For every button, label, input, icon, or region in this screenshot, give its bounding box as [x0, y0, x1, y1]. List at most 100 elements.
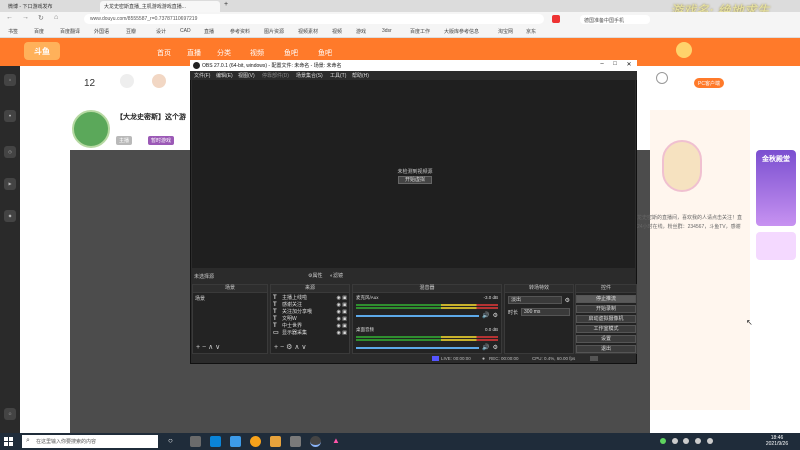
- close-icon[interactable]: ✕: [623, 61, 635, 68]
- gear-icon[interactable]: ⚙: [286, 344, 292, 351]
- remove-icon[interactable]: −: [280, 344, 284, 351]
- lock-icon[interactable]: ▣: [342, 323, 347, 329]
- extension-icon[interactable]: [552, 15, 560, 23]
- duration-input[interactable]: 300 ms: [521, 308, 570, 316]
- taskbar-search-input[interactable]: 在这里输入你要搜索的内容: [22, 435, 158, 448]
- down-icon[interactable]: ∨: [301, 344, 306, 351]
- bookmark[interactable]: 视频素材: [298, 28, 318, 35]
- forward-icon[interactable]: →: [22, 14, 29, 21]
- obs-taskbar-icon[interactable]: [310, 436, 321, 447]
- menu-scene-collection[interactable]: 场景集合(S): [296, 72, 323, 79]
- promo-banner[interactable]: 金秋殿堂: [756, 150, 796, 226]
- bookmark[interactable]: 视频: [332, 28, 342, 35]
- bookmark[interactable]: 京东: [526, 28, 536, 35]
- virtual-camera-button[interactable]: 启动虚拟摄像机: [576, 315, 636, 323]
- back-icon[interactable]: ←: [6, 14, 13, 21]
- start-recording-button[interactable]: 开始录制: [576, 305, 636, 313]
- menu-file[interactable]: 文件(F): [194, 72, 210, 79]
- eye-icon[interactable]: ◉: [337, 309, 341, 315]
- search-box[interactable]: 德国准备中国手机: [580, 15, 650, 24]
- up-icon[interactable]: ∧: [294, 344, 299, 351]
- browser-tab[interactable]: 微博 - 下口游戏发布: [4, 1, 86, 12]
- promo-banner-secondary[interactable]: [756, 232, 796, 260]
- eye-icon[interactable]: ◉: [337, 302, 341, 308]
- game-icon[interactable]: ◆: [4, 210, 16, 222]
- add-icon[interactable]: +: [196, 344, 200, 351]
- menu-edit[interactable]: 编辑(E): [216, 72, 233, 79]
- filters-button[interactable]: ◐滤镜: [328, 272, 345, 280]
- file-explorer-icon[interactable]: [190, 436, 201, 447]
- lock-icon[interactable]: ▣: [342, 316, 347, 322]
- bookmark[interactable]: 百度工作: [410, 28, 430, 35]
- app-icon[interactable]: [230, 436, 241, 447]
- chrome-icon[interactable]: [250, 436, 261, 447]
- user-avatar[interactable]: [676, 42, 692, 58]
- stop-streaming-button[interactable]: 停止推流: [576, 295, 636, 303]
- transition-select[interactable]: 淡出: [508, 296, 562, 304]
- menu-view[interactable]: 视图(V): [238, 72, 255, 79]
- taskbar-clock[interactable]: 18:46 2021/9/26: [760, 435, 794, 447]
- lock-icon[interactable]: ▣: [342, 309, 347, 315]
- browser-tab-active[interactable]: 大龙史密斯直播_主机游戏游戏直播...: [100, 1, 220, 12]
- menu-help[interactable]: 帮助(H): [352, 72, 369, 79]
- speaker-icon[interactable]: 🔊: [482, 344, 489, 351]
- volume-slider[interactable]: [356, 314, 480, 317]
- lock-icon[interactable]: ▣: [342, 295, 347, 301]
- speaker-icon[interactable]: 🔊: [482, 312, 489, 319]
- gear-icon[interactable]: ⚙: [493, 312, 498, 319]
- nav-link[interactable]: 首页: [157, 48, 171, 58]
- volume-icon[interactable]: [706, 438, 713, 444]
- site-logo[interactable]: 斗鱼: [24, 42, 60, 60]
- new-tab-button[interactable]: +: [224, 1, 228, 8]
- home-icon[interactable]: ⌂: [54, 14, 58, 21]
- streamer-avatar[interactable]: [72, 110, 110, 148]
- properties-button[interactable]: ⚙属性: [306, 272, 325, 280]
- exit-button[interactable]: 退出: [576, 345, 636, 353]
- bookmark[interactable]: 设计: [156, 28, 166, 35]
- source-item[interactable]: ▭ 显示器采集 ◉ ▣: [273, 329, 347, 337]
- menu-docks[interactable]: 停靠部件(D): [262, 72, 289, 79]
- lock-icon[interactable]: ▣: [342, 330, 347, 336]
- maximize-icon[interactable]: □: [609, 61, 621, 67]
- bookmark[interactable]: CAD: [180, 28, 191, 34]
- source-item[interactable]: T 感谢关注 ◉ ▣: [273, 301, 347, 309]
- bookmark[interactable]: 直播: [204, 28, 214, 35]
- gift-icon[interactable]: [120, 74, 134, 88]
- scene-item[interactable]: 场景: [193, 293, 267, 304]
- bookmark[interactable]: 百度翻译: [60, 28, 80, 35]
- eye-icon[interactable]: ◉: [337, 323, 341, 329]
- bookmark[interactable]: 淘宝网: [498, 28, 513, 35]
- source-item[interactable]: T 主播上线啦 ◉ ▣: [273, 294, 347, 302]
- remove-icon[interactable]: −: [202, 344, 206, 351]
- fish-icon[interactable]: [152, 74, 166, 88]
- tray-icon[interactable]: [683, 438, 690, 444]
- bookmark[interactable]: 百度: [34, 28, 44, 35]
- bookmark[interactable]: 图片资源: [264, 28, 284, 35]
- app-icon[interactable]: [270, 436, 281, 447]
- menu-tools[interactable]: 工具(T): [330, 72, 346, 79]
- volume-slider[interactable]: [356, 346, 480, 349]
- nav-link[interactable]: 分类: [217, 48, 231, 58]
- nav-link[interactable]: 直播: [187, 48, 201, 58]
- eye-icon[interactable]: ◉: [337, 316, 341, 322]
- home-icon[interactable]: ⌂: [4, 74, 16, 86]
- bookmark[interactable]: 豆瓣: [126, 28, 136, 35]
- windows-start-icon[interactable]: [4, 437, 14, 447]
- nav-link[interactable]: 鱼吧: [284, 48, 298, 58]
- settings-button[interactable]: 设置: [576, 335, 636, 343]
- bookmark[interactable]: 书签: [8, 28, 18, 35]
- up-icon[interactable]: ∧: [208, 344, 213, 351]
- source-item[interactable]: T 文明W ◉ ▣: [273, 315, 347, 323]
- tray-icon[interactable]: [660, 438, 666, 444]
- down-icon[interactable]: ∨: [215, 344, 220, 351]
- bookmark[interactable]: 游戏: [356, 28, 366, 35]
- network-icon[interactable]: [695, 438, 702, 444]
- eye-icon[interactable]: ◉: [337, 295, 341, 301]
- follow-icon[interactable]: ♥: [4, 110, 16, 122]
- app-icon[interactable]: ▲: [332, 436, 343, 447]
- gear-icon[interactable]: ⚙: [493, 344, 498, 351]
- minimize-icon[interactable]: –: [596, 61, 608, 67]
- eye-icon[interactable]: ◉: [337, 330, 341, 336]
- bookmark[interactable]: 3dsr: [382, 28, 392, 34]
- bookmark[interactable]: 外国语: [94, 28, 109, 35]
